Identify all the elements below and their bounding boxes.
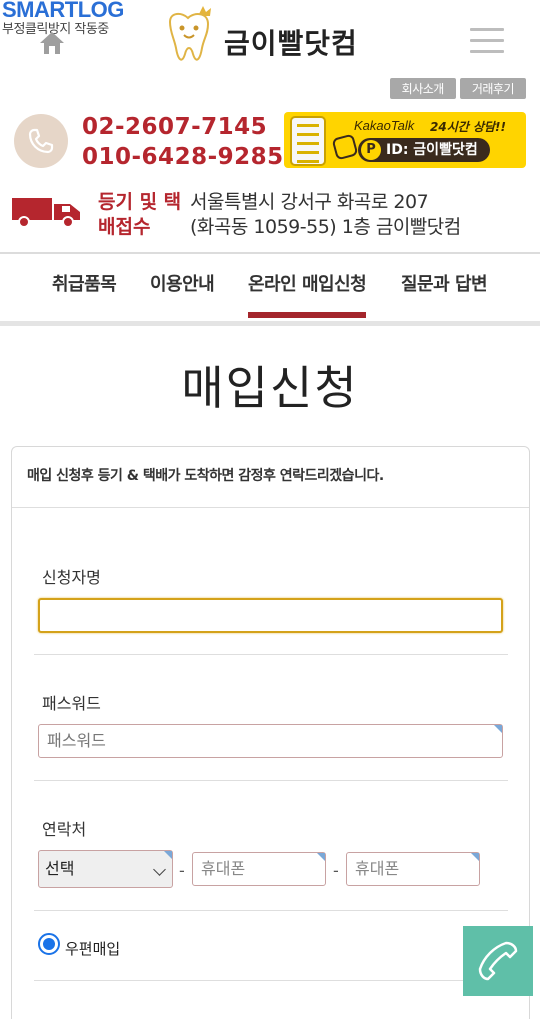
kakao-id: ID: 금이빨닷컴 [386,142,478,158]
mobile-middle-input[interactable]: 휴대폰 [192,852,326,886]
divider [34,654,508,655]
home-icon[interactable] [38,30,66,56]
password-input[interactable]: 패스워드 [38,724,503,758]
mobile-placeholder: 휴대폰 [355,859,400,878]
nav-item-qna[interactable]: 질문과 답변 [401,270,488,296]
logo-name: 금이빨닷컴 [224,27,358,60]
truck-icon [12,194,84,234]
contact-label: 연락처 [42,820,87,839]
chevron-down-icon [153,863,166,876]
page-title: 매입신청 [181,361,359,415]
call-floating-button[interactable] [463,926,533,996]
kakao-label: KakaoTalk [354,118,415,133]
main-nav: 취급품목 이용안내 온라인 매입신청 질문과 답변 [0,256,540,318]
phone-icon[interactable] [14,114,68,168]
phone-number-2[interactable]: 010-6428-9285 [82,142,284,172]
autofill-corner-icon [164,851,172,859]
mail-purchase-radio[interactable] [38,933,60,955]
contact-prefix-select[interactable]: 선택 [38,850,173,888]
smartphone-icon [290,116,326,166]
delivery-label-line2: 배접수 [98,216,151,238]
separator: - [333,861,339,880]
smartlog-brand: SMARTLOG [2,0,124,22]
tooth-logo-icon [168,6,211,61]
delivery-label-line1: 등기 및 택 [98,191,182,213]
divider [0,321,540,326]
purchase-form-card: 매입 신청후 등기 & 택배가 도착하면 감정후 연락드리겠습니다. 신청자명 … [11,446,530,1019]
applicant-name-input[interactable] [38,598,503,633]
mobile-last-input[interactable]: 휴대폰 [346,852,480,886]
mini-button-group: 회사소개 거래후기 [389,78,526,99]
plus-friend-icon: P [361,140,381,160]
company-intro-button[interactable]: 회사소개 [389,78,456,99]
form-notice: 매입 신청후 등기 & 택배가 도착하면 감정후 연락드리겠습니다. [27,468,384,484]
separator: - [179,861,185,880]
password-label: 패스워드 [42,694,101,713]
select-value: 선택 [45,859,75,878]
top-header: SMARTLOG 부정클릭방지 작동중 금이빨닷컴 [0,0,540,72]
autofill-corner-icon [471,853,479,861]
autofill-corner-icon [317,853,325,861]
kakao-hours: 24시간 상담!! [430,120,506,134]
nav-item-guide[interactable]: 이용안내 [150,270,215,296]
hamburger-menu-icon[interactable] [470,28,504,54]
autofill-corner-icon [494,725,502,733]
mail-purchase-label[interactable]: 우편매입 [65,938,120,959]
divider [34,910,508,911]
divider [0,252,540,254]
phone-number-1[interactable]: 02-2607-7145 [82,112,284,142]
delivery-label: 등기 및 택 배접수 [98,190,181,240]
divider [34,980,508,981]
phone-numbers: 02-2607-7145 010-6428-9285 [82,112,284,172]
kakao-id-pill: P ID: 금이빨닷컴 [358,138,490,162]
phone-handset-icon [478,941,518,981]
nav-item-online-purchase[interactable]: 온라인 매입신청 [248,270,367,318]
chat-bubble-icon [331,133,359,161]
mobile-placeholder: 휴대폰 [201,859,246,878]
nav-item-products[interactable]: 취급품목 [52,270,117,296]
kakao-talk-banner[interactable]: KakaoTalk 24시간 상담!! P ID: 금이빨닷컴 [284,112,526,168]
address-line2: (화곡동 1059-55) 1층 금이빨닷컴 [190,216,461,238]
site-logo[interactable]: 금이빨닷컴 [160,4,390,68]
reviews-button[interactable]: 거래후기 [459,78,526,99]
address-line1: 서울특별시 강서구 화곡로 207 [190,191,429,213]
divider [34,780,508,781]
divider [12,507,529,508]
applicant-label: 신청자명 [42,568,101,587]
password-placeholder: 패스워드 [47,731,106,750]
shipping-address: 서울특별시 강서구 화곡로 207 (화곡동 1059-55) 1층 금이빨닷컴 [190,190,461,240]
